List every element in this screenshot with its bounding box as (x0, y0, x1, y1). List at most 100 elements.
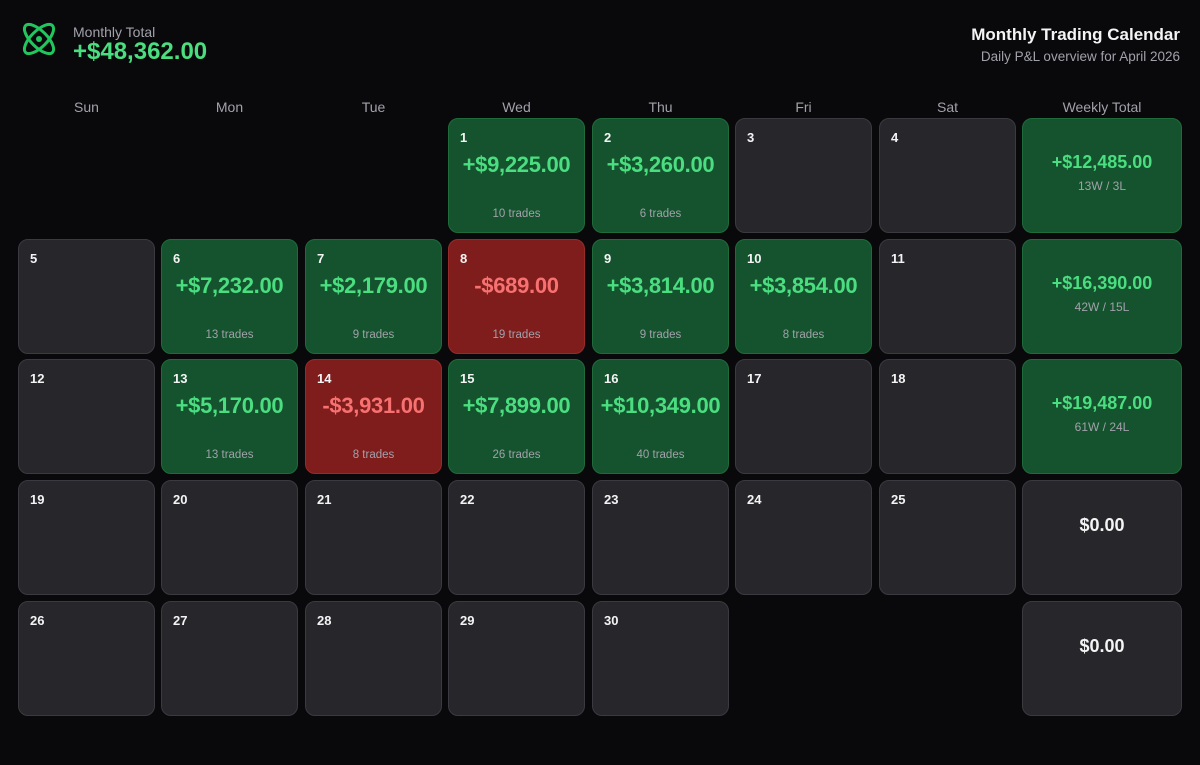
monthly-total-value: +$48,362.00 (73, 38, 208, 65)
day-pnl: +$3,814.00 (606, 273, 715, 298)
day-number: 5 (30, 251, 38, 266)
day-pnl: +$3,260.00 (606, 152, 715, 177)
day-cell-19[interactable]: 19 (18, 480, 155, 595)
day-number: 22 (460, 492, 475, 507)
day-cell-4[interactable]: 4 (879, 118, 1016, 233)
day-cell-30[interactable]: 30 (592, 601, 729, 716)
day-cell-7[interactable]: 7 +$2,179.00 9 trades (305, 239, 442, 354)
day-cell-26[interactable]: 26 (18, 601, 155, 716)
day-cell-11[interactable]: 11 (879, 239, 1016, 354)
weekly-win-loss-record: 61W / 24L (1074, 420, 1130, 434)
day-cell-25[interactable]: 25 (879, 480, 1016, 595)
day-cell-27[interactable]: 27 (161, 601, 298, 716)
weekly-win-loss-record: 42W / 15L (1074, 300, 1130, 314)
day-trade-count: 26 trades (492, 449, 541, 461)
weekday-label-sat: Sat (936, 99, 958, 115)
day-number: 15 (460, 371, 475, 386)
day-cell-10[interactable]: 10 +$3,854.00 8 trades (735, 239, 872, 354)
day-trade-count: 8 trades (782, 329, 825, 341)
weekly-total-cell[interactable]: $0.00 (1022, 601, 1182, 716)
day-pnl: +$7,899.00 (462, 393, 571, 418)
day-number: 25 (891, 492, 906, 507)
day-number: 9 (604, 251, 612, 266)
day-number: 17 (747, 371, 762, 386)
day-cell-20[interactable]: 20 (161, 480, 298, 595)
weekly-total-pnl: +$16,390.00 (1051, 273, 1153, 293)
day-number: 26 (30, 613, 45, 628)
day-number: 2 (604, 130, 612, 145)
day-pnl: +$3,854.00 (749, 273, 858, 298)
weekday-label-mon: Mon (215, 99, 244, 115)
day-trade-count: 13 trades (205, 449, 254, 461)
day-number: 6 (173, 251, 181, 266)
day-number: 3 (747, 130, 755, 145)
day-number: 12 (30, 371, 45, 386)
day-pnl: +$2,179.00 (319, 273, 428, 298)
weekly-total-cell[interactable]: +$12,485.00 13W / 3L (1022, 118, 1182, 233)
day-cell-9[interactable]: 9 +$3,814.00 9 trades (592, 239, 729, 354)
day-number: 16 (604, 371, 619, 386)
day-pnl: +$10,349.00 (600, 393, 721, 418)
day-number: 1 (460, 130, 468, 145)
day-pnl: +$5,170.00 (175, 393, 284, 418)
day-trade-count: 13 trades (205, 329, 254, 341)
day-pnl: +$9,225.00 (462, 152, 571, 177)
weekly-total-cell[interactable]: +$16,390.00 42W / 15L (1022, 239, 1182, 354)
day-cell-18[interactable]: 18 (879, 359, 1016, 474)
day-number: 18 (891, 371, 906, 386)
day-trade-count: 9 trades (639, 329, 682, 341)
weekday-label-wed: Wed (502, 99, 531, 115)
day-number: 20 (173, 492, 188, 507)
weekly-total-cell[interactable]: $0.00 (1022, 480, 1182, 595)
day-cell-14[interactable]: 14 -$3,931.00 8 trades (305, 359, 442, 474)
day-cell-3[interactable]: 3 (735, 118, 872, 233)
weekly-total-pnl: +$12,485.00 (1051, 152, 1153, 172)
day-number: 14 (317, 371, 332, 386)
weekly-total-pnl: +$19,487.00 (1051, 393, 1153, 413)
day-number: 21 (317, 492, 332, 507)
weekday-label-tue: Tue (361, 99, 386, 115)
day-cell-21[interactable]: 21 (305, 480, 442, 595)
day-cell-24[interactable]: 24 (735, 480, 872, 595)
day-cell-2[interactable]: 2 +$3,260.00 6 trades (592, 118, 729, 233)
day-number: 4 (891, 130, 899, 145)
day-trade-count: 9 trades (352, 329, 395, 341)
weekday-label-fri: Fri (795, 99, 812, 115)
weekday-header-row: Sun Mon Tue Wed Thu Fri Sat Weekly Total (18, 96, 1182, 118)
weekday-label-weekly-total: Weekly Total (1062, 99, 1142, 115)
day-cell-29[interactable]: 29 (448, 601, 585, 716)
day-cell-17[interactable]: 17 (735, 359, 872, 474)
day-cell-15[interactable]: 15 +$7,899.00 26 trades (448, 359, 585, 474)
day-pnl: -$3,931.00 (322, 393, 425, 418)
day-number: 13 (173, 371, 188, 386)
day-number: 23 (604, 492, 619, 507)
day-cell-5[interactable]: 5 (18, 239, 155, 354)
header: Monthly Total +$48,362.00 Monthly Tradin… (0, 0, 1200, 90)
day-number: 29 (460, 613, 475, 628)
day-pnl: +$7,232.00 (175, 273, 284, 298)
day-cell-22[interactable]: 22 (448, 480, 585, 595)
weekday-label-thu: Thu (648, 99, 673, 115)
calendar-empty-cell (305, 118, 442, 233)
day-cell-28[interactable]: 28 (305, 601, 442, 716)
calendar-empty-cell (735, 601, 872, 716)
day-cell-12[interactable]: 12 (18, 359, 155, 474)
day-cell-6[interactable]: 6 +$7,232.00 13 trades (161, 239, 298, 354)
day-cell-1[interactable]: 1 +$9,225.00 10 trades (448, 118, 585, 233)
calendar-empty-cell (161, 118, 298, 233)
day-cell-13[interactable]: 13 +$5,170.00 13 trades (161, 359, 298, 474)
weekly-total-cell[interactable]: +$19,487.00 61W / 24L (1022, 359, 1182, 474)
day-number: 30 (604, 613, 619, 628)
day-number: 10 (747, 251, 762, 266)
day-number: 8 (460, 251, 468, 266)
day-pnl: -$689.00 (474, 273, 559, 298)
day-number: 19 (30, 492, 45, 507)
day-cell-8[interactable]: 8 -$689.00 19 trades (448, 239, 585, 354)
weekday-label-sun: Sun (74, 99, 99, 115)
day-cell-16[interactable]: 16 +$10,349.00 40 trades (592, 359, 729, 474)
day-trade-count: 40 trades (636, 449, 685, 461)
day-cell-23[interactable]: 23 (592, 480, 729, 595)
day-trade-count: 10 trades (492, 208, 541, 220)
day-number: 28 (317, 613, 332, 628)
day-number: 7 (317, 251, 325, 266)
